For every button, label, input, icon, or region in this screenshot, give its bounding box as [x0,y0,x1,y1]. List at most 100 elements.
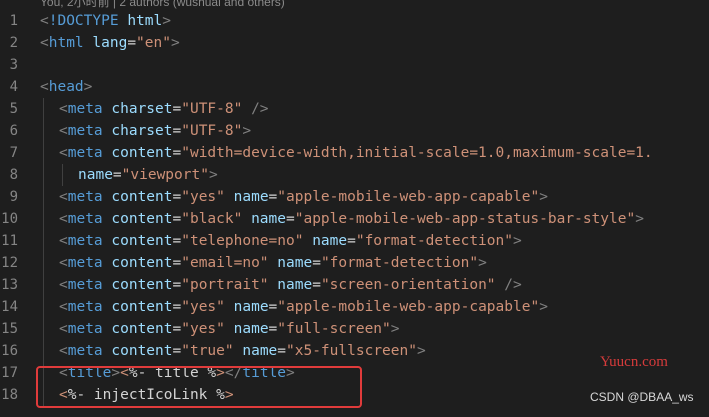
code-token: = [268,189,278,205]
code-token: meta [67,255,103,271]
code-token: /> [504,277,522,293]
code-token: > [242,123,252,139]
code-line[interactable]: 9 <meta content="yes" name="apple-mobile-… [0,186,709,208]
indent-guide [43,142,44,164]
code-token: < [59,233,68,249]
code-line[interactable]: 12 <meta content="email=no" name="format-… [0,252,709,274]
code-token: /> [251,101,269,117]
code-token: > [635,211,644,227]
code-token: < [59,299,68,315]
codelens-blame[interactable]: You, 2小时前 | 2 authors (wushuai and other… [40,0,285,8]
code-line[interactable]: 15 <meta content="yes" name="full-screen"… [0,318,709,340]
code-token: = [286,211,295,227]
line-number: 2 [9,35,18,51]
code-line[interactable]: 8 name="viewport"> [0,164,709,186]
code-token: = [347,233,356,249]
code-line[interactable]: 13 <meta content="portrait" name="screen-… [0,274,709,296]
code-token: = [172,101,182,117]
code-token: name [233,299,269,315]
code-token: name [242,343,278,359]
indent-guide [43,208,44,230]
line-number: 12 [1,255,18,271]
code-text: <head> [40,76,92,98]
code-line[interactable]: 7 <meta content="width=device-width,initi… [0,142,709,164]
code-token: > [390,321,400,337]
code-token: < [40,79,49,95]
code-text: <meta content="black" name="apple-mobile… [59,208,644,230]
code-line[interactable]: 11 <meta content="telephone=no" name="for… [0,230,709,252]
code-token: !DOCTYPE [48,13,119,29]
code-token: "UTF-8" [181,101,243,117]
code-token: "format-detection" [320,255,479,271]
code-token: meta [67,343,103,359]
line-number: 14 [1,299,18,315]
line-number: 16 [1,343,18,359]
code-token: "yes" [181,299,225,315]
code-line[interactable]: 10 <meta content="black" name="apple-mobi… [0,208,709,230]
indent-guide [43,274,44,296]
code-token: = [268,299,278,315]
code-token: content [111,299,173,315]
code-token: = [172,277,182,293]
code-token: < [59,145,68,161]
code-line[interactable]: 2 <html lang="en"> [0,32,709,54]
code-text: <html lang="en"> [40,32,180,54]
code-token: > [539,299,548,315]
code-token: = [127,35,137,51]
code-token: "format-detection" [355,233,513,249]
code-text: <meta charset="UTF-8"> [59,120,251,142]
code-token: = [172,321,182,337]
code-token: content [111,277,173,293]
code-token: name [277,277,313,293]
code-token: content [111,321,173,337]
code-token: "portrait" [181,277,269,293]
code-editor[interactable]: 1 <!DOCTYPE html> 2 <html lang="en"> 3 4 <head… [0,10,709,406]
code-line[interactable]: 5 <meta charset="UTF-8" /> [0,98,709,120]
code-token: content [111,189,173,205]
code-token: = [277,343,287,359]
code-token: = [172,189,182,205]
code-token: = [312,255,321,271]
code-token: "viewport" [121,167,209,183]
line-number: 10 [1,211,18,227]
code-line[interactable]: 6 <meta charset="UTF-8"> [0,120,709,142]
code-text: <meta content="portrait" name="screen-or… [59,274,522,296]
code-token: > [539,189,548,205]
code-token: name [233,321,269,337]
code-token: meta [67,211,103,227]
code-line[interactable]: 4 <head> [0,76,709,98]
code-token: < [59,277,68,293]
indent-guide [43,318,44,340]
code-text: <meta content="yes" name="apple-mobile-w… [59,296,548,318]
line-number: 18 [1,387,18,403]
line-number: 9 [9,189,18,205]
line-number: 13 [1,277,18,293]
code-token: name [233,189,269,205]
line-number: 4 [9,79,18,95]
code-token: = [172,145,182,161]
code-text: <meta content="yes" name="full-screen"> [59,318,400,340]
code-line[interactable]: 14 <meta content="yes" name="apple-mobile… [0,296,709,318]
line-number: 1 [9,13,18,29]
code-line[interactable]: 1 <!DOCTYPE html> [0,10,709,32]
code-token: html [48,35,84,51]
code-token: < [59,255,68,271]
code-token: name [277,255,313,271]
code-token: = [112,167,122,183]
code-token: name [251,211,286,227]
code-token: content [111,255,173,271]
code-token: charset [111,101,173,117]
code-text: <meta content="true" name="x5-fullscreen… [59,340,426,362]
line-number: 8 [9,167,18,183]
code-token: "telephone=no" [181,233,304,249]
code-token: meta [67,145,103,161]
code-line[interactable]: 3 [0,54,709,76]
code-token: < [59,123,68,139]
code-token: "apple-mobile-web-app-capable" [277,189,540,205]
code-text: <meta content="email=no" name="format-de… [59,252,487,274]
code-token: meta [67,277,103,293]
code-token: meta [67,123,103,139]
